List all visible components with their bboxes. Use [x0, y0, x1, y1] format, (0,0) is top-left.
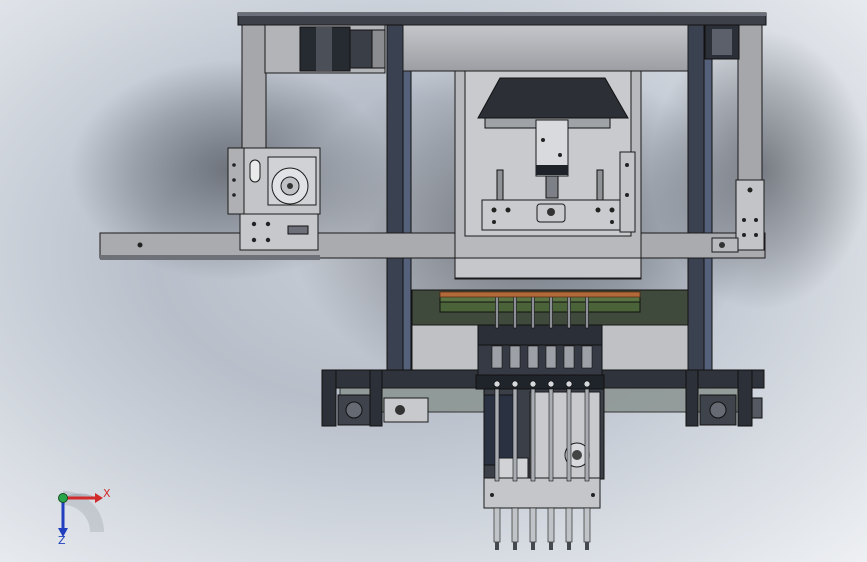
nozzle-collar: [583, 380, 591, 388]
top-right-motor: [704, 24, 740, 60]
nozzle-tip: [511, 507, 519, 543]
nozzle-collar: [565, 380, 573, 388]
nozzle-upper-shaft: [549, 295, 553, 329]
nozzle-end: [495, 542, 499, 550]
nozzle-tip: [583, 507, 591, 543]
x-axis-label: X: [103, 487, 111, 500]
nozzle-tip: [493, 507, 501, 543]
nozzle-spring: [527, 345, 539, 369]
x-axis-arrowhead: [95, 493, 103, 503]
nozzle-end: [549, 542, 553, 550]
nozzle-spring: [581, 345, 593, 369]
nozzle-end: [567, 542, 571, 550]
nozzle-shaft: [494, 388, 500, 482]
nozzle-end: [585, 542, 589, 550]
center-housing: [454, 70, 642, 280]
nozzle-spring: [509, 345, 521, 369]
axis-triad: X Z: [58, 487, 111, 547]
nozzle-tip: [547, 507, 555, 543]
nozzle-shaft: [512, 388, 518, 482]
nozzle-upper-shaft: [567, 295, 571, 329]
nozzle-shaft: [584, 388, 590, 482]
y-axis-dot: [58, 493, 68, 503]
nozzle-tip: [529, 507, 537, 543]
nozzle-end: [531, 542, 535, 550]
nozzle-upper-shaft: [585, 295, 589, 329]
nozzle-spring: [545, 345, 557, 369]
nozzle-collar: [511, 380, 519, 388]
nozzle-end: [513, 542, 517, 550]
nozzle-shaft: [530, 388, 536, 482]
cad-viewport[interactable]: X Z: [0, 0, 867, 562]
nozzle-shaft: [566, 388, 572, 482]
z-axis-label: Z: [58, 534, 66, 547]
left-pulley-assembly: [227, 147, 321, 251]
top-stepper-motor: [264, 24, 386, 74]
nozzle-spring: [491, 345, 503, 369]
nozzle-collar: [547, 380, 555, 388]
nozzle-upper-shaft: [531, 295, 535, 329]
nozzle-spring: [563, 345, 575, 369]
copper-bar: [439, 291, 641, 298]
nozzle-upper-shaft: [513, 295, 517, 329]
nozzle-tip: [565, 507, 573, 543]
nozzle-collar: [493, 380, 501, 388]
nozzle-collar: [529, 380, 537, 388]
nozzle-shaft: [548, 388, 554, 482]
nozzle-upper-shaft: [495, 295, 499, 329]
